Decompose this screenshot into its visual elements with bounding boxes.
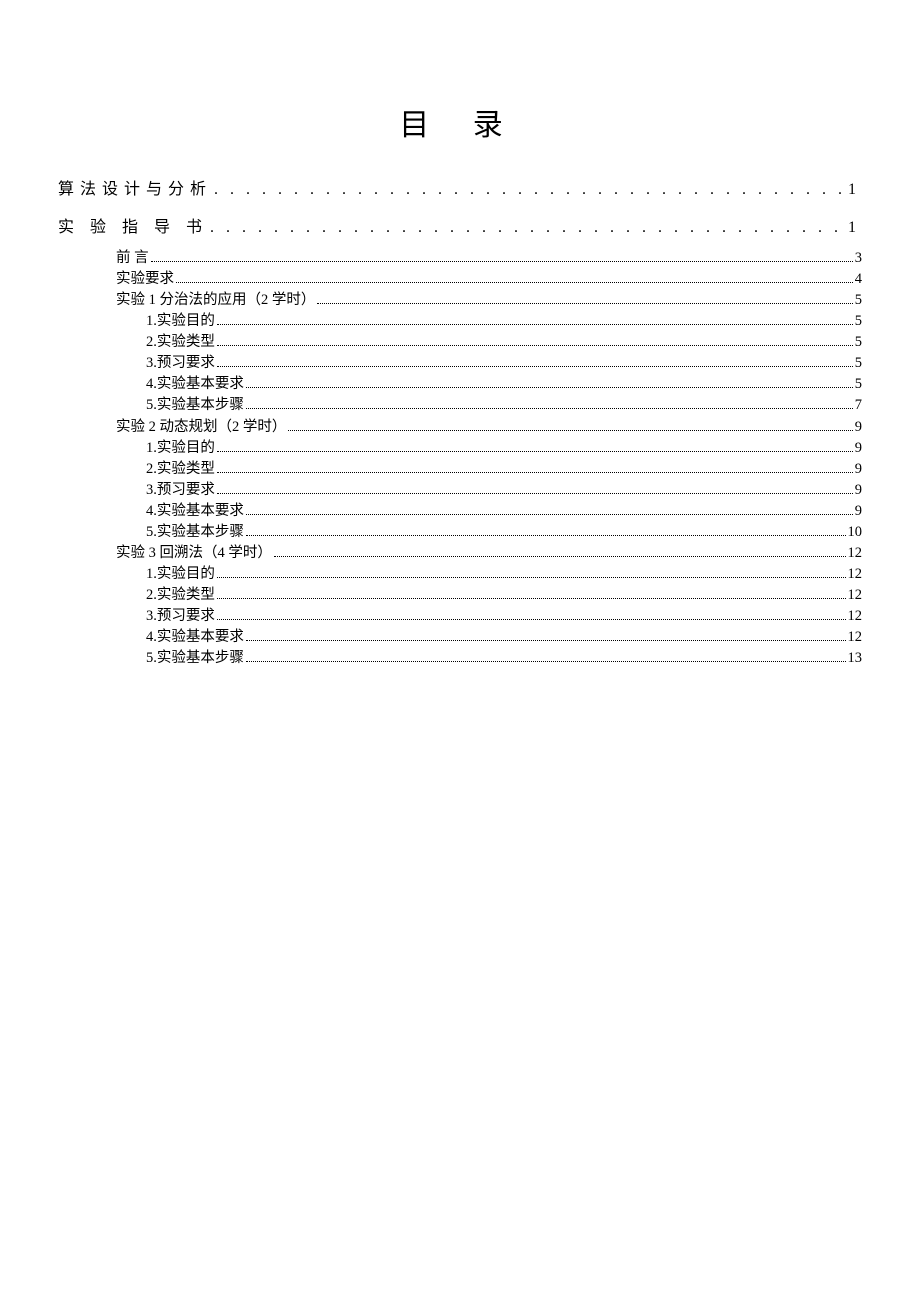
toc-entry-label: 1.实验目的 <box>146 564 215 585</box>
toc-entry-page: 12 <box>848 585 863 606</box>
toc-entry-page: 5 <box>855 353 862 374</box>
toc-entry-label: 实验要求 <box>116 269 174 290</box>
toc-entry-page: 9 <box>855 459 862 480</box>
toc-entry-label: 3.预习要求 <box>146 606 215 627</box>
toc-entry: 5.实验基本步骤 7 <box>58 395 862 416</box>
toc-entry-label: 5.实验基本步骤 <box>146 648 244 669</box>
toc-leader <box>217 438 853 451</box>
toc-leader <box>274 544 846 557</box>
toc-entry-page: 9 <box>855 501 862 522</box>
toc-entry-page: 5 <box>855 290 862 311</box>
toc-entry: 5.实验基本步骤 13 <box>58 648 862 669</box>
toc-entry-page: 9 <box>855 417 862 438</box>
toc-entry-page: 12 <box>848 564 863 585</box>
toc-leader <box>176 270 853 283</box>
toc-entry-label: 实 验 指 导 书 <box>58 210 208 245</box>
toc-entry: 实验 2 动态规划（2 学时） 9 <box>58 417 862 438</box>
toc-entry: 2.实验类型 9 <box>58 459 862 480</box>
toc-entry: 4.实验基本要求 5 <box>58 374 862 395</box>
toc-entry-label: 实验 3 回溯法（4 学时） <box>116 543 272 564</box>
toc-entry: 4.实验基本要求 9 <box>58 501 862 522</box>
toc-leader: . . . . . . . . . . . . . . . . . . . . … <box>210 210 846 245</box>
toc-leader <box>317 291 852 304</box>
toc-entry-page: 12 <box>848 606 863 627</box>
toc-entry-label: 4.实验基本要求 <box>146 501 244 522</box>
toc-entry: 实验 3 回溯法（4 学时） 12 <box>58 543 862 564</box>
toc-entry-page: 5 <box>855 311 862 332</box>
toc-entry-page: 1 <box>848 172 862 207</box>
toc-entry-page: 4 <box>855 269 862 290</box>
toc-leader <box>217 354 853 367</box>
toc-leader-dots: . . . . . . . . . . . . . . . . . . . . … <box>210 219 846 236</box>
toc-leader <box>288 417 852 430</box>
toc-entry: 1.实验目的 5 <box>58 311 862 332</box>
page-title: 目 录 <box>58 100 862 144</box>
toc-entry-page: 9 <box>855 438 862 459</box>
toc-entry: 1.实验目的 12 <box>58 564 862 585</box>
toc-entry-page: 5 <box>855 374 862 395</box>
toc-entry: 3.预习要求 12 <box>58 606 862 627</box>
toc-list: 算法设计与分析. . . . . . . . . . . . . . . . .… <box>58 172 862 669</box>
toc-entry: 前 言 3 <box>58 248 862 269</box>
toc-entry-label: 算法设计与分析 <box>58 172 212 207</box>
toc-entry: 2.实验类型 5 <box>58 332 862 353</box>
toc-entry-label: 4.实验基本要求 <box>146 627 244 648</box>
toc-entry-label: 1.实验目的 <box>146 311 215 332</box>
toc-entry-label: 5.实验基本步骤 <box>146 522 244 543</box>
toc-leader <box>217 312 853 325</box>
toc-entry-label: 2.实验类型 <box>146 459 215 480</box>
toc-entry-label: 前 言 <box>116 248 149 269</box>
toc-entry-label: 4.实验基本要求 <box>146 374 244 395</box>
toc-entry-page: 7 <box>855 395 862 416</box>
toc-leader <box>246 628 846 641</box>
toc-entry-page: 10 <box>848 522 863 543</box>
toc-leader <box>217 459 853 472</box>
toc-leader <box>217 586 846 599</box>
toc-entry-page: 5 <box>855 332 862 353</box>
toc-entry-label: 实验 1 分治法的应用（2 学时） <box>116 290 315 311</box>
toc-entry-label: 1.实验目的 <box>146 438 215 459</box>
toc-entry-label: 5.实验基本步骤 <box>146 395 244 416</box>
toc-entry-page: 13 <box>848 648 863 669</box>
toc-entry: 3.预习要求 5 <box>58 353 862 374</box>
toc-leader <box>246 375 853 388</box>
toc-entry: 5.实验基本步骤 10 <box>58 522 862 543</box>
toc-entry: 算法设计与分析. . . . . . . . . . . . . . . . .… <box>58 172 862 210</box>
toc-leader: . . . . . . . . . . . . . . . . . . . . … <box>214 172 846 207</box>
toc-leader <box>217 333 853 346</box>
toc-entry-page: 9 <box>855 480 862 501</box>
toc-leader <box>217 565 846 578</box>
toc-entry: 4.实验基本要求 12 <box>58 627 862 648</box>
toc-leader <box>246 649 846 662</box>
toc-leader <box>246 502 853 515</box>
toc-leader <box>246 523 846 536</box>
toc-leader-dots: . . . . . . . . . . . . . . . . . . . . … <box>214 181 846 198</box>
toc-entry-page: 12 <box>848 627 863 648</box>
toc-entry-page: 1 <box>848 210 862 245</box>
toc-entry-label: 2.实验类型 <box>146 332 215 353</box>
toc-entry: 2.实验类型 12 <box>58 585 862 606</box>
toc-leader <box>217 481 853 494</box>
toc-leader <box>217 607 846 620</box>
toc-entry-page: 12 <box>848 543 863 564</box>
toc-entry-label: 3.预习要求 <box>146 353 215 374</box>
toc-entry: 1.实验目的 9 <box>58 438 862 459</box>
toc-entry-page: 3 <box>855 248 862 269</box>
toc-entry: 3.预习要求 9 <box>58 480 862 501</box>
toc-entry-label: 3.预习要求 <box>146 480 215 501</box>
toc-entry-label: 实验 2 动态规划（2 学时） <box>116 417 286 438</box>
toc-entry-label: 2.实验类型 <box>146 585 215 606</box>
toc-leader <box>151 249 853 262</box>
toc-entry: 实 验 指 导 书. . . . . . . . . . . . . . . .… <box>58 210 862 248</box>
toc-leader <box>246 396 853 409</box>
toc-entry: 实验 1 分治法的应用（2 学时） 5 <box>58 290 862 311</box>
toc-entry: 实验要求 4 <box>58 269 862 290</box>
